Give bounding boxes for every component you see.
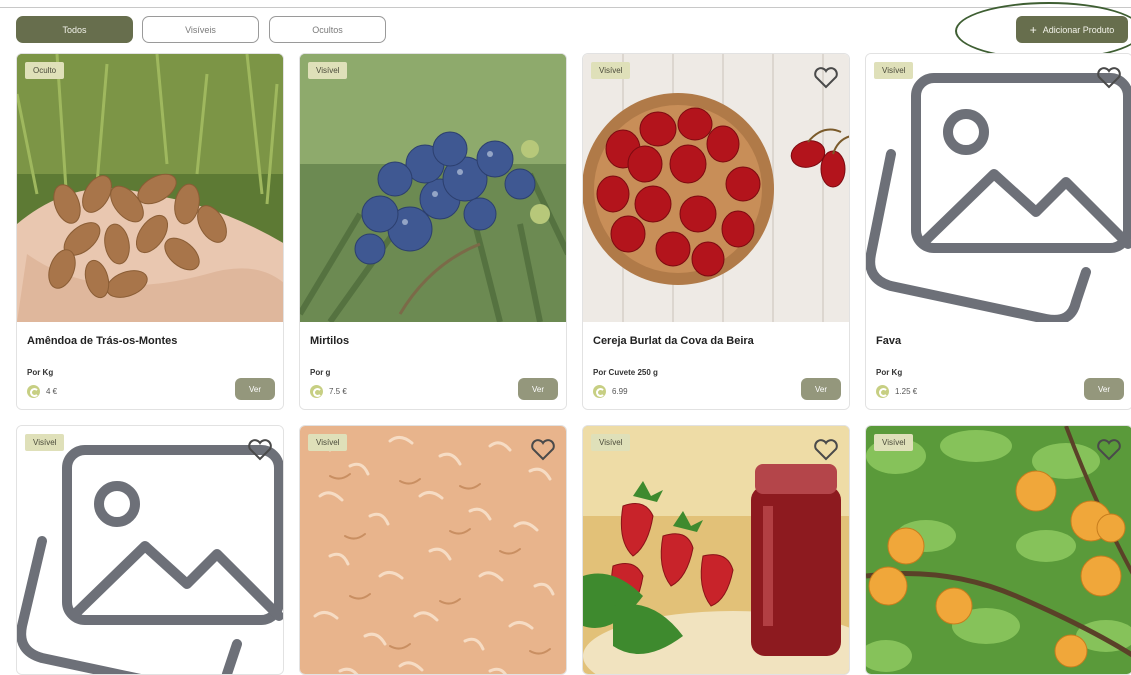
product-name: Mirtilos — [310, 335, 350, 347]
product-price: 4 € — [27, 385, 57, 398]
product-card[interactable]: Visível Mirtilos Por g 7.5 € Ver — [299, 53, 567, 410]
product-unit: Por Kg — [27, 368, 54, 377]
product-name: Amêndoa de Trás-os-Montes — [27, 335, 178, 347]
favorite-heart-icon[interactable] — [530, 438, 556, 462]
status-badge: Visível — [591, 62, 631, 79]
view-button[interactable]: Ver — [518, 378, 558, 400]
status-badge: Oculto — [25, 62, 65, 79]
favorite-heart-icon[interactable] — [813, 438, 839, 462]
status-badge: Visível — [308, 434, 348, 451]
view-button[interactable]: Ver — [801, 378, 841, 400]
price-value: 1.25 € — [895, 387, 918, 396]
blueberries-photo: Visível — [300, 54, 566, 322]
status-badge: Visível — [874, 434, 914, 451]
filter-all-button[interactable]: Todos — [16, 16, 133, 43]
product-unit: Por Cuvete 250 g — [593, 368, 658, 377]
view-button[interactable]: Ver — [235, 378, 275, 400]
image-placeholder-icon — [866, 54, 1131, 322]
placeholder-image: Visível — [17, 426, 283, 674]
product-price: 7.5 € — [310, 385, 347, 398]
price-value: 4 € — [46, 387, 58, 396]
product-unit: Por Kg — [876, 368, 903, 377]
placeholder-image: Visível — [866, 54, 1131, 322]
filter-hidden-button[interactable]: Ocultos — [269, 16, 386, 43]
price-value: 7.5 € — [329, 387, 347, 396]
view-button[interactable]: Ver — [1084, 378, 1124, 400]
status-badge: Visível — [25, 434, 65, 451]
strawberry-jam-photo: Visível — [583, 426, 849, 674]
almonds-photo: Oculto — [17, 54, 283, 322]
filter-visible-button[interactable]: Visíveis — [142, 16, 259, 43]
status-badge: Visível — [874, 62, 914, 79]
status-badge: Visível — [308, 62, 348, 79]
product-name: Fava — [876, 335, 902, 347]
favorite-heart-icon[interactable] — [1096, 438, 1122, 462]
top-divider — [0, 0, 1131, 8]
plus-icon: + — [1029, 22, 1037, 37]
product-card[interactable]: Visível — [299, 425, 567, 675]
add-product-button[interactable]: + Adicionar Produto — [1016, 16, 1128, 43]
product-card[interactable]: Oculto Amêndoa de Trás-os-Montes Por Kg … — [16, 53, 284, 410]
product-price: 6.99 — [593, 385, 628, 398]
status-badge: Visível — [591, 434, 631, 451]
euro-coin-icon — [310, 385, 323, 398]
euro-coin-icon — [876, 385, 889, 398]
product-unit: Por g — [310, 368, 331, 377]
apricot-tree-photo: Visível — [866, 426, 1131, 674]
favorite-heart-icon[interactable] — [813, 66, 839, 90]
product-card[interactable]: Visível Fava Por Kg 1.25 € Ver — [865, 53, 1131, 410]
add-product-label: Adicionar Produto — [1042, 24, 1115, 35]
favorite-heart-icon[interactable] — [1096, 66, 1122, 90]
wood-shavings-photo: Visível — [300, 426, 566, 674]
price-value: 6.99 — [612, 387, 628, 396]
image-placeholder-icon — [17, 426, 283, 674]
product-card[interactable]: Visível Cereja Burlat da Cova da Beira P… — [582, 53, 850, 410]
favorite-heart-icon[interactable] — [247, 438, 273, 462]
product-card[interactable]: Visível — [16, 425, 284, 675]
product-card[interactable]: Visível — [582, 425, 850, 675]
product-price: 1.25 € — [876, 385, 917, 398]
euro-coin-icon — [27, 385, 40, 398]
product-card[interactable]: Visível — [865, 425, 1131, 675]
cherries-photo: Visível — [583, 54, 849, 322]
euro-coin-icon — [593, 385, 606, 398]
product-name: Cereja Burlat da Cova da Beira — [593, 335, 754, 347]
